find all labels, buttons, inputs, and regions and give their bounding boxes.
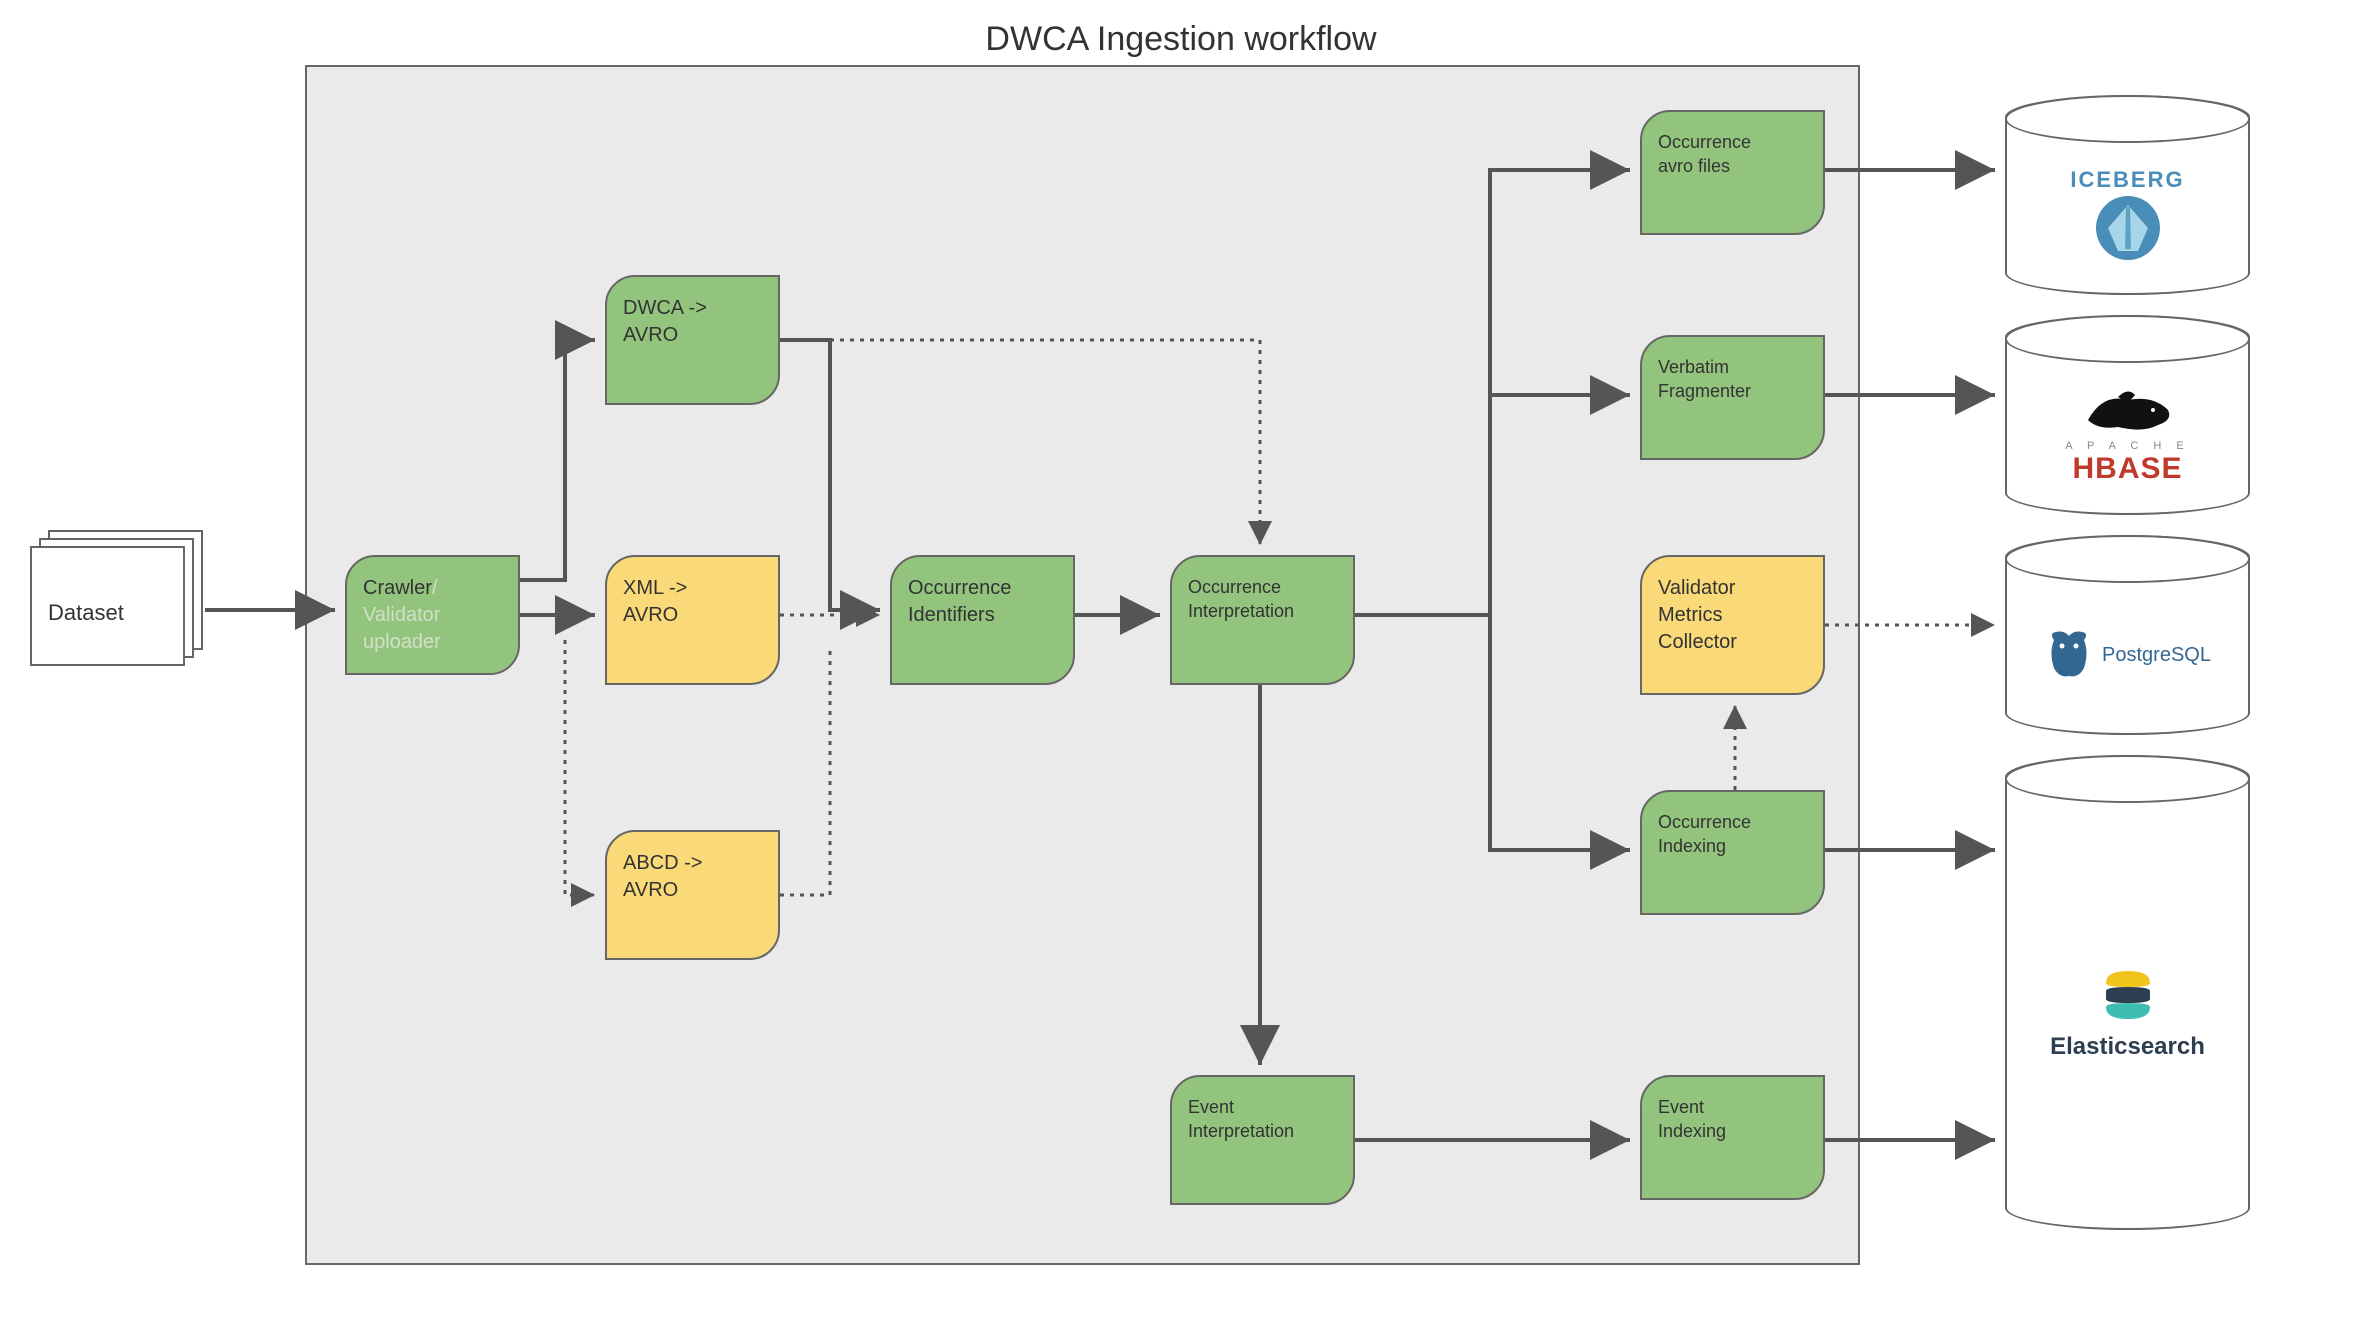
node-event-indexing: Event Indexing	[1640, 1075, 1825, 1200]
node-xml-avro: XML -> AVRO	[605, 555, 780, 685]
node-abcd-avro: ABCD -> AVRO	[605, 830, 780, 960]
diagram-title: DWCA Ingestion workflow	[985, 20, 1376, 59]
hbase-orca-icon	[2073, 385, 2183, 440]
crawler-line2: Validator	[363, 602, 502, 629]
node-verbatim-fragmenter: Verbatim Fragmenter	[1640, 335, 1825, 460]
iceberg-label: ICEBERG	[2070, 167, 2184, 193]
elasticsearch-icon	[2098, 965, 2158, 1025]
node-occurrence-avro-files: Occurrence avro files	[1640, 110, 1825, 235]
node-occurrence-identifiers: Occurrence Identifiers	[890, 555, 1075, 685]
node-occurrence-indexing: Occurrence Indexing	[1640, 790, 1825, 915]
dataset-page-front: Dataset	[30, 546, 185, 666]
dataset-stack: Dataset	[30, 530, 200, 670]
iceberg-icon	[2088, 193, 2168, 263]
node-event-interpretation: Event Interpretation	[1170, 1075, 1355, 1205]
dataset-label: Dataset	[48, 600, 124, 626]
hbase-apache-label: A P A C H E	[2065, 440, 2190, 452]
hbase-label: HBASE	[2072, 452, 2182, 486]
storage-elasticsearch: Elasticsearch	[2005, 755, 2250, 1230]
postgres-elephant-icon	[2044, 628, 2094, 683]
elasticsearch-label: Elasticsearch	[2050, 1033, 2205, 1061]
node-validator-metrics-collector: Validator Metrics Collector	[1640, 555, 1825, 695]
postgres-label: PostgreSQL	[2102, 644, 2211, 667]
storage-hbase: A P A C H E HBASE	[2005, 315, 2250, 515]
storage-iceberg: ICEBERG	[2005, 95, 2250, 295]
node-crawler: Crawler/ Validator uploader	[345, 555, 520, 675]
node-dwca-avro: DWCA -> AVRO	[605, 275, 780, 405]
workflow-container	[305, 65, 1860, 1265]
storage-postgresql: PostgreSQL	[2005, 535, 2250, 735]
crawler-line3: uploader	[363, 629, 502, 656]
crawler-line1: Crawler/	[363, 575, 502, 602]
node-occurrence-interpretation: Occurrence Interpretation	[1170, 555, 1355, 685]
